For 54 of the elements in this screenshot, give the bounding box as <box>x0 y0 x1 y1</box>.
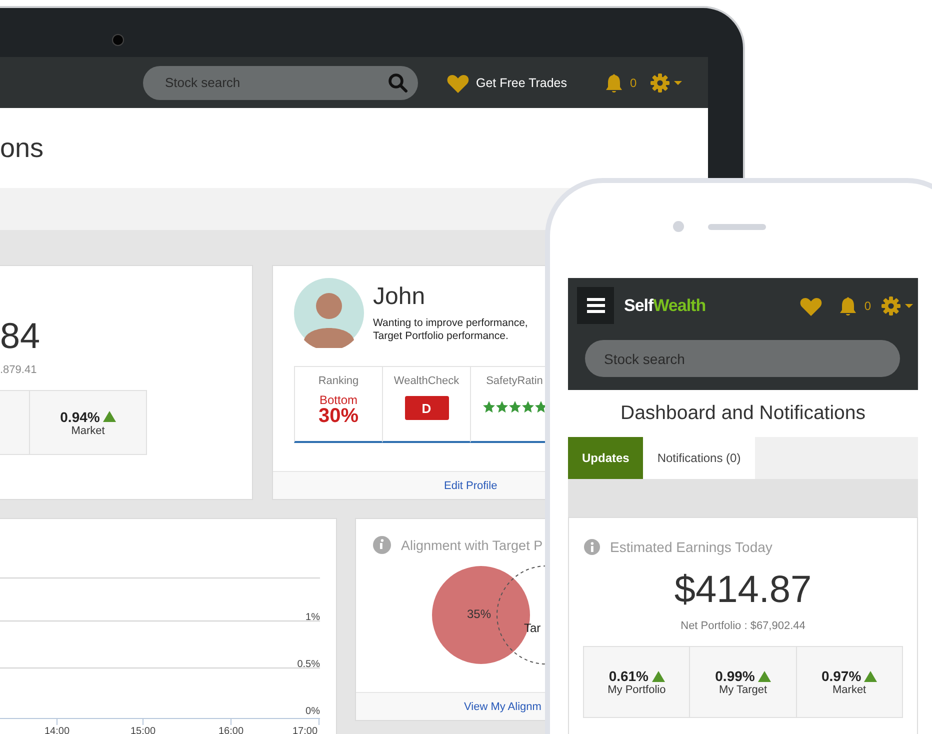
stat-label: Ranking <box>318 375 359 387</box>
stat-value: 0.61% <box>608 668 649 684</box>
x-tick-label: 14:00 <box>44 726 70 734</box>
page-title: Dashboard and Notifications <box>620 402 866 425</box>
net-portfolio: Net Portfolio : $67,902.44 <box>680 620 806 632</box>
x-tick-label: 17:00 <box>292 726 318 734</box>
menu-button[interactable] <box>577 287 614 324</box>
stat-value: 0.97% <box>821 668 862 684</box>
ranking-qualifier: Bottom <box>319 394 358 406</box>
stat-label: My Target <box>718 684 768 696</box>
profile-bio: Wanting to improve performance, Target Portfolio performance. <box>373 317 528 343</box>
logo: SelfWealth <box>624 296 706 316</box>
y-tick-label: 0% <box>306 706 320 717</box>
ranking-value: 30% <box>318 406 359 426</box>
search-icon[interactable] <box>388 72 408 92</box>
edit-profile-link[interactable]: Edit Profile <box>444 480 498 492</box>
stat-value: 0.99% <box>715 668 755 684</box>
camera-dot <box>112 34 124 46</box>
profile-name: John <box>373 283 426 311</box>
stat-label: Market <box>832 684 866 696</box>
page-title: ons <box>0 132 44 164</box>
notification-count: 0 <box>630 76 637 90</box>
search-field[interactable]: Stock search <box>143 66 418 100</box>
caret-icon[interactable] <box>674 80 682 84</box>
view-alignment-link[interactable]: View My Alignm <box>464 700 542 712</box>
x-tick-label: 16:00 <box>218 726 244 734</box>
tab[interactable]: Updates <box>568 437 644 479</box>
notification-count: 0 <box>864 298 871 312</box>
earnings-amount: 84 <box>0 316 42 356</box>
card-title: Alignment with Target P <box>401 538 543 552</box>
speaker-grille <box>708 224 766 230</box>
bell-icon[interactable] <box>604 72 624 92</box>
caret-icon[interactable] <box>905 304 913 308</box>
settings-icon[interactable] <box>881 296 901 316</box>
bell-icon[interactable] <box>838 296 858 316</box>
grade-badge: D <box>404 396 448 420</box>
y-tick-label: 0.5% <box>297 659 320 670</box>
portfolio-share-label: 35% <box>467 607 492 621</box>
stat-label: Market <box>71 424 105 436</box>
get-free-trades-link[interactable]: Get Free Trades <box>446 72 568 94</box>
earnings-amount: $414.87 <box>673 569 813 612</box>
stat-value: 0.94% <box>60 408 100 424</box>
menu-icon <box>586 298 604 313</box>
tab[interactable]: Notifications (0) <box>643 437 755 479</box>
stat-label: SafetyRatin <box>486 375 543 387</box>
stat-label: WealthCheck <box>394 375 460 387</box>
search-field[interactable]: Stock search <box>585 340 900 377</box>
y-tick-label: 1% <box>306 612 320 623</box>
x-tick-label: 15:00 <box>130 726 156 734</box>
card-title: Estimated Earnings Today <box>610 539 772 555</box>
stat-label: My Portfolio <box>608 684 666 696</box>
net-portfolio: .879.41 <box>0 364 38 376</box>
avatar-icon <box>294 278 364 348</box>
camera-dot <box>673 221 684 232</box>
